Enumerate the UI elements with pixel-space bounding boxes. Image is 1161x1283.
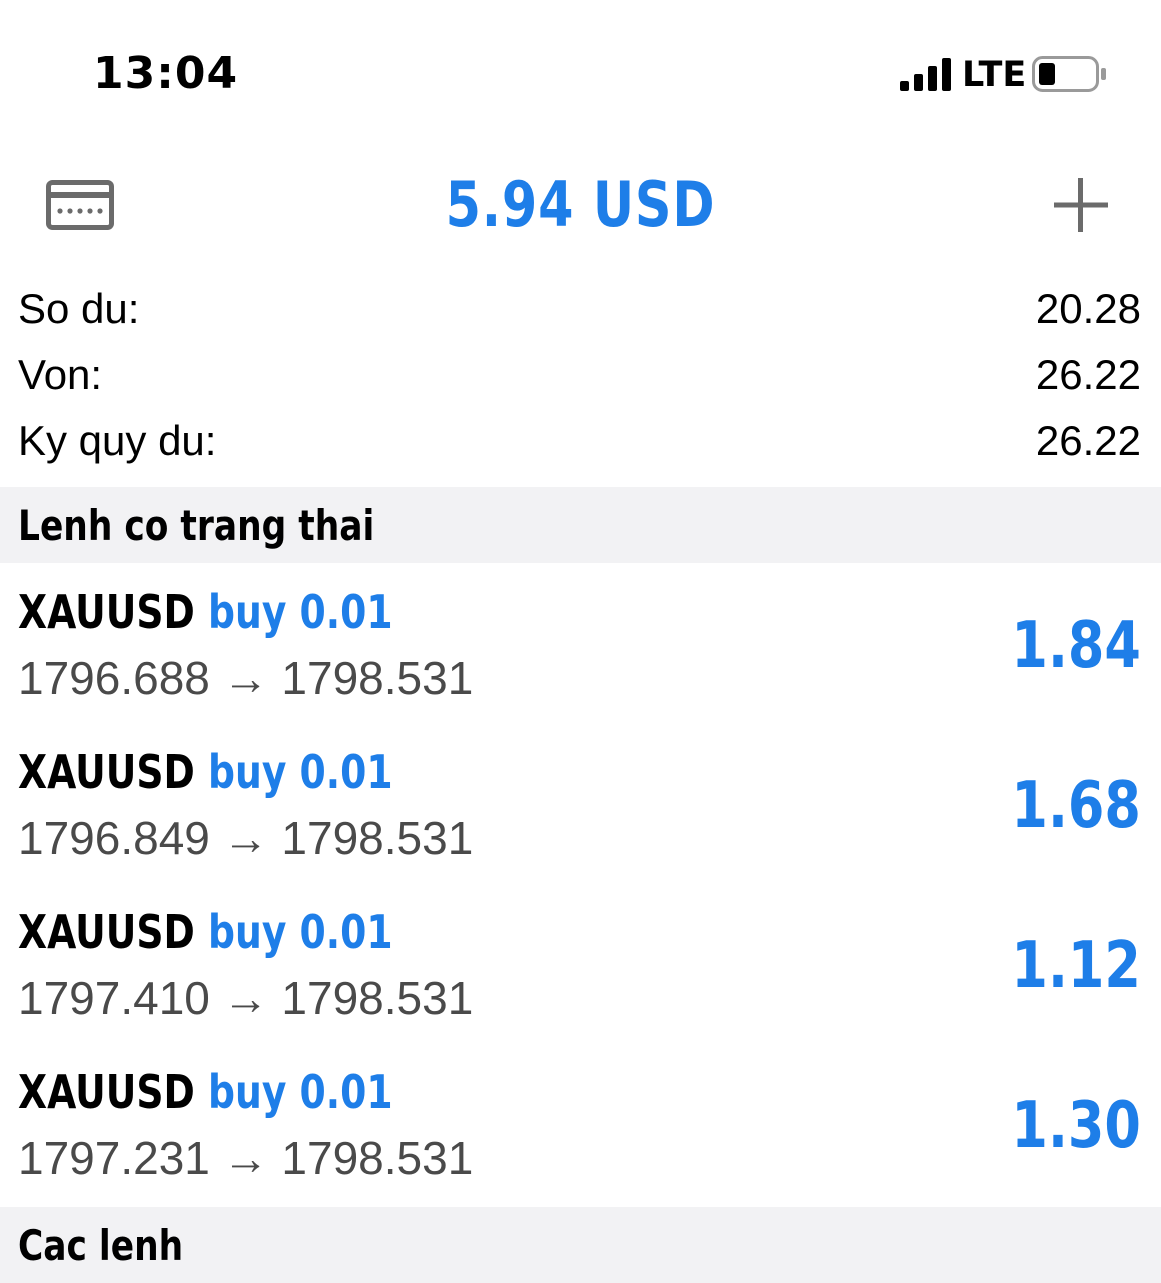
summary-label: Von: [18,351,103,398]
summary-value: 20.28 [1035,285,1141,332]
battery-icon [1032,56,1106,92]
positions-list: XAUUSD buy 0.01 1796.688 → 1798.531 1.84… [0,563,1161,1203]
section-title: Cac lenh [18,1221,184,1270]
account-summary: So du: 20.28 Von: 26.22 Ky quy du: 26.22 [0,275,1161,473]
position-title: XAUUSD buy 0.01 [18,745,393,799]
position-symbol: XAUUSD [18,745,195,799]
position-prices: 1797.410 → 1798.531 [18,972,474,1024]
summary-label: Ky quy du: [18,417,217,464]
section-header-open-positions: Lenh co trang thai [0,487,1161,563]
position-prices: 1796.688 → 1798.531 [18,652,474,704]
summary-row-equity: Von: 26.22 [0,341,1161,407]
position-symbol: XAUUSD [18,1065,195,1119]
signal-strength-icon [900,58,951,91]
position-row[interactable]: XAUUSD buy 0.01 1796.849 → 1798.531 1.68 [0,723,1161,883]
position-profit: 1.30 [1011,1089,1141,1163]
position-side: buy 0.01 [207,585,393,639]
position-side: buy 0.01 [207,745,393,799]
section-header-orders: Cac lenh [0,1207,1161,1283]
network-type: LTE [962,55,1027,95]
summary-value: 26.22 [1035,351,1141,398]
position-title: XAUUSD buy 0.01 [18,905,393,959]
position-profit: 1.68 [1011,769,1141,843]
position-symbol: XAUUSD [18,585,195,639]
account-balance-title: 5.94 USD [445,168,716,241]
position-symbol: XAUUSD [18,905,195,959]
summary-label: So du: [18,285,140,332]
position-profit: 1.84 [1011,609,1141,683]
status-bar: 13:04 LTE [0,0,1161,140]
position-prices: 1797.231 → 1798.531 [18,1132,474,1184]
position-prices: 1796.849 → 1798.531 [18,812,474,864]
position-side: buy 0.01 [207,1065,393,1119]
position-title: XAUUSD buy 0.01 [18,585,393,639]
section-title: Lenh co trang thai [18,501,375,550]
position-title: XAUUSD buy 0.01 [18,1065,393,1119]
position-side: buy 0.01 [207,905,393,959]
summary-row-balance: So du: 20.28 [0,275,1161,341]
position-row[interactable]: XAUUSD buy 0.01 1796.688 → 1798.531 1.84 [0,563,1161,723]
position-profit: 1.12 [1011,929,1141,1003]
status-time: 13:04 [93,48,239,99]
position-row[interactable]: XAUUSD buy 0.01 1797.231 → 1798.531 1.30 [0,1043,1161,1203]
toolbar: 5.94 USD [0,150,1161,260]
plus-icon[interactable] [1052,176,1110,234]
summary-row-free-margin: Ky quy du: 26.22 [0,407,1161,473]
position-row[interactable]: XAUUSD buy 0.01 1797.410 → 1798.531 1.12 [0,883,1161,1043]
summary-value: 26.22 [1035,417,1141,464]
